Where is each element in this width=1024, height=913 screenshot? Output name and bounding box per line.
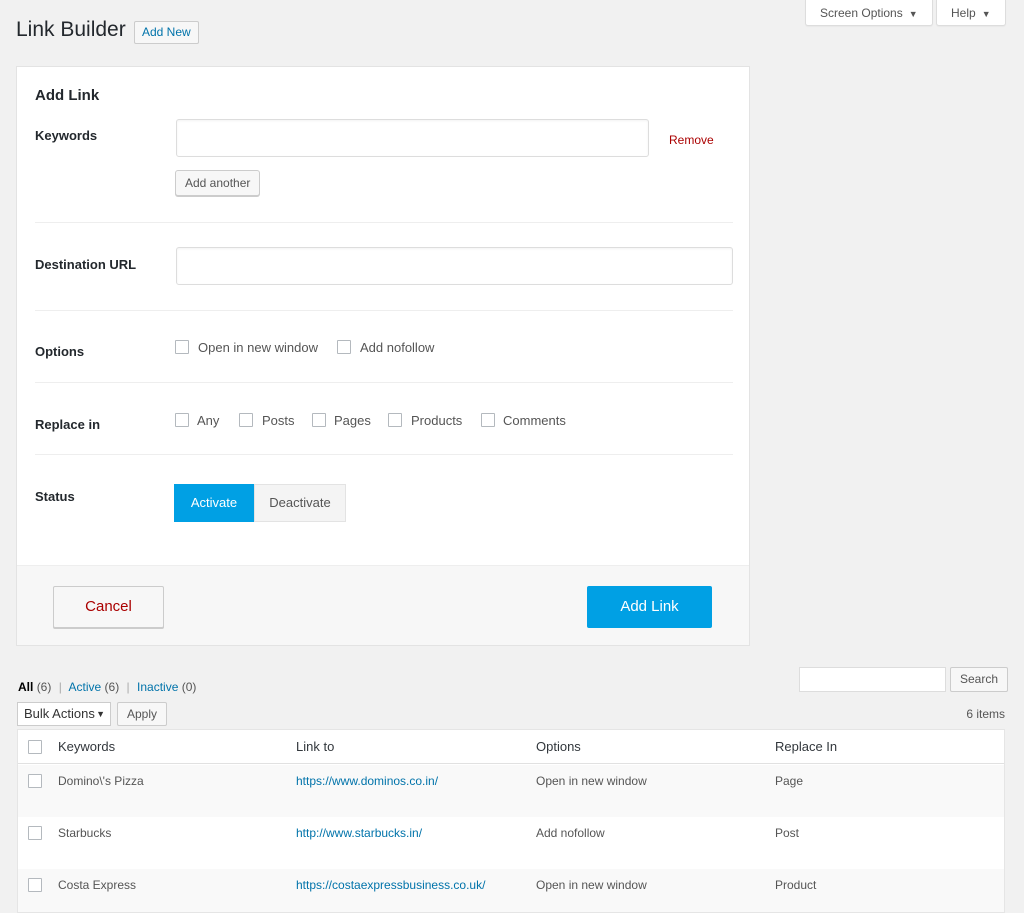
replace-any-checkbox[interactable] bbox=[175, 413, 189, 427]
screen-options-button[interactable]: Screen Options ▼ bbox=[805, 0, 933, 26]
replace-comments-checkbox[interactable] bbox=[481, 413, 495, 427]
screen-options-label: Screen Options bbox=[820, 6, 903, 20]
replace-posts-label: Posts bbox=[262, 413, 295, 428]
replace-pages-label: Pages bbox=[334, 413, 371, 428]
row-replace-in: Product bbox=[775, 878, 817, 892]
add-another-button[interactable]: Add another bbox=[175, 170, 261, 196]
open-new-window-checkbox[interactable] bbox=[175, 340, 189, 354]
add-link-card: Add Link Keywords Remove Add another Des… bbox=[16, 66, 750, 646]
column-header-keywords[interactable]: Keywords bbox=[58, 739, 115, 754]
add-nofollow-checkbox[interactable] bbox=[337, 340, 351, 354]
replace-any-label: Any bbox=[197, 413, 220, 428]
caret-down-icon: ▼ bbox=[908, 9, 918, 19]
add-nofollow-label: Add nofollow bbox=[360, 340, 435, 355]
replace-products-checkbox[interactable] bbox=[388, 413, 402, 427]
keyword-input[interactable] bbox=[176, 119, 649, 157]
keywords-label: Keywords bbox=[35, 128, 98, 143]
destination-url-label: Destination URL bbox=[35, 257, 137, 272]
row-replace-in: Page bbox=[775, 774, 804, 788]
row-options: Open in new window bbox=[536, 774, 647, 788]
cancel-button[interactable]: Cancel bbox=[53, 586, 164, 628]
replace-posts-checkbox[interactable] bbox=[239, 413, 253, 427]
filter-active[interactable]: Active bbox=[69, 680, 102, 694]
divider bbox=[35, 382, 733, 383]
filter-separator: | bbox=[126, 680, 130, 694]
items-count: 6 items bbox=[966, 707, 1005, 721]
row-options: Open in new window bbox=[536, 878, 647, 892]
row-options: Add nofollow bbox=[536, 826, 605, 840]
status-filters: All (6) | Active (6) | Inactive (0) bbox=[18, 680, 196, 694]
search-input[interactable] bbox=[799, 667, 946, 692]
caret-down-icon: ▼ bbox=[96, 709, 105, 719]
help-button[interactable]: Help ▼ bbox=[936, 0, 1006, 26]
table-row: Domino\'s Pizza https://www.dominos.co.i… bbox=[18, 765, 1004, 817]
row-link[interactable]: http://www.starbucks.in/ bbox=[296, 826, 422, 840]
row-keyword[interactable]: Costa Express bbox=[58, 878, 136, 892]
links-table: Keywords Link to Options Replace In Domi… bbox=[17, 729, 1005, 913]
status-label: Status bbox=[35, 489, 75, 504]
filter-all[interactable]: All bbox=[18, 680, 33, 694]
bulk-actions-label: Bulk Actions bbox=[24, 706, 95, 721]
replace-comments-label: Comments bbox=[503, 413, 566, 428]
deactivate-toggle[interactable]: Deactivate bbox=[254, 484, 346, 522]
caret-down-icon: ▼ bbox=[981, 9, 991, 19]
filter-inactive[interactable]: Inactive bbox=[137, 680, 178, 694]
column-header-replace-in[interactable]: Replace In bbox=[775, 739, 837, 754]
replace-in-label: Replace in bbox=[35, 417, 101, 432]
table-row: Starbucks http://www.starbucks.in/ Add n… bbox=[18, 817, 1004, 869]
filter-active-count: (6) bbox=[104, 680, 120, 694]
open-new-window-label: Open in new window bbox=[198, 340, 318, 355]
page-title: Link Builder bbox=[16, 18, 126, 41]
card-title: Add Link bbox=[35, 87, 100, 104]
column-header-options[interactable]: Options bbox=[536, 739, 581, 754]
divider bbox=[35, 222, 733, 223]
apply-button[interactable]: Apply bbox=[117, 702, 168, 726]
row-link[interactable]: https://costaexpressbusiness.co.uk/ bbox=[296, 878, 485, 892]
activate-toggle[interactable]: Activate bbox=[174, 484, 254, 522]
form-footer: Cancel Add Link bbox=[17, 565, 749, 645]
row-checkbox[interactable] bbox=[28, 878, 42, 892]
replace-products-label: Products bbox=[411, 413, 463, 428]
row-link[interactable]: https://www.dominos.co.in/ bbox=[296, 774, 438, 788]
row-replace-in: Post bbox=[775, 826, 800, 840]
search-button[interactable]: Search bbox=[950, 667, 1009, 692]
divider bbox=[35, 454, 733, 455]
add-new-button[interactable]: Add New bbox=[134, 21, 199, 44]
bulk-actions-select[interactable]: Bulk Actions ▼ bbox=[17, 702, 111, 726]
table-row: Costa Express https://costaexpressbusine… bbox=[18, 869, 1004, 912]
add-link-button[interactable]: Add Link bbox=[587, 586, 712, 628]
options-label: Options bbox=[35, 344, 85, 359]
table-header: Keywords Link to Options Replace In bbox=[18, 730, 1004, 764]
row-checkbox[interactable] bbox=[28, 774, 42, 788]
filter-separator: | bbox=[58, 680, 62, 694]
row-keyword[interactable]: Starbucks bbox=[58, 826, 111, 840]
column-header-link-to[interactable]: Link to bbox=[296, 739, 334, 754]
row-keyword[interactable]: Domino\'s Pizza bbox=[58, 774, 144, 788]
help-label: Help bbox=[951, 6, 976, 20]
row-checkbox[interactable] bbox=[28, 826, 42, 840]
destination-url-input[interactable] bbox=[176, 247, 733, 285]
replace-pages-checkbox[interactable] bbox=[312, 413, 326, 427]
filter-all-count: (6) bbox=[36, 680, 52, 694]
divider bbox=[35, 310, 733, 311]
filter-inactive-count: (0) bbox=[181, 680, 197, 694]
select-all-checkbox[interactable] bbox=[28, 740, 42, 754]
remove-keyword-link[interactable]: Remove bbox=[669, 133, 714, 147]
